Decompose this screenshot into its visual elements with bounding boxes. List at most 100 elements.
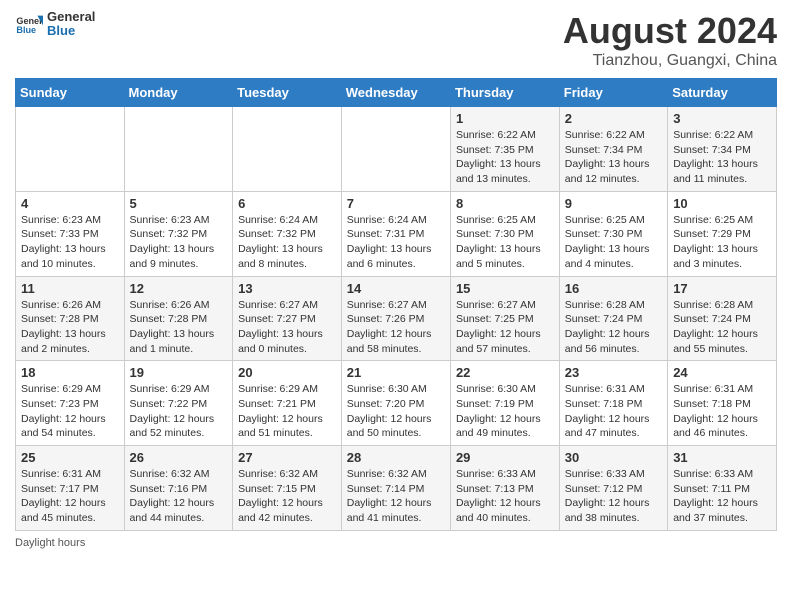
calendar-cell: 8Sunrise: 6:25 AM Sunset: 7:30 PM Daylig… [450, 191, 559, 276]
day-number: 7 [347, 196, 445, 211]
day-number: 10 [673, 196, 771, 211]
calendar-cell: 25 Sunrise: 6:31 AM Sunset: 7:17 PM Dayli… [16, 446, 125, 531]
header: General Blue General Blue August 2024 Ti… [15, 10, 777, 70]
day-info: Sunrise: 6:22 AM Sunset: 7:34 PM Dayligh… [565, 128, 662, 187]
day-info: Sunrise: 6:24 AM Sunset: 7:32 PM Dayligh… [238, 213, 336, 272]
title-area: August 2024 Tianzhou, Guangxi, China [563, 10, 777, 70]
calendar-cell: 14 Sunrise: 6:27 AM Sunset: 7:26 PM Dayli… [341, 276, 450, 361]
day-of-week-header: Monday [124, 79, 233, 107]
day-number: 13 [238, 281, 336, 296]
calendar-week-row: 11 Sunrise: 6:26 AM Sunset: 7:28 PM Dayli… [16, 276, 777, 361]
calendar-cell: 5 Sunrise: 6:23 AM Sunset: 7:32 PM Daylig… [124, 191, 233, 276]
logo: General Blue General Blue [15, 10, 95, 39]
day-info: Sunrise: 6:27 AM Sunset: 7:25 PM Dayligh… [456, 298, 554, 357]
calendar-cell [233, 107, 342, 192]
calendar-cell: 10Sunrise: 6:25 AM Sunset: 7:29 PM Dayli… [668, 191, 777, 276]
day-info: Sunrise: 6:31 AM Sunset: 7:17 PM Dayligh… [21, 467, 119, 526]
day-info: Sunrise: 6:30 AM Sunset: 7:20 PM Dayligh… [347, 382, 445, 441]
day-info: Sunrise: 6:29 AM Sunset: 7:21 PM Dayligh… [238, 382, 336, 441]
calendar-cell [124, 107, 233, 192]
day-number: 1 [456, 111, 554, 126]
day-number: 5 [130, 196, 228, 211]
calendar-cell: 31 Sunrise: 6:33 AM Sunset: 7:11 PM Dayli… [668, 446, 777, 531]
calendar-cell: 2 Sunrise: 6:22 AM Sunset: 7:34 PM Daylig… [559, 107, 667, 192]
day-info: Sunrise: 6:31 AM Sunset: 7:18 PM Dayligh… [565, 382, 662, 441]
calendar-cell: 11 Sunrise: 6:26 AM Sunset: 7:28 PM Dayli… [16, 276, 125, 361]
calendar-cell: 21Sunrise: 6:30 AM Sunset: 7:20 PM Dayli… [341, 361, 450, 446]
day-of-week-header: Thursday [450, 79, 559, 107]
day-of-week-header: Friday [559, 79, 667, 107]
calendar-cell [341, 107, 450, 192]
day-number: 29 [456, 450, 554, 465]
day-info: Sunrise: 6:27 AM Sunset: 7:26 PM Dayligh… [347, 298, 445, 357]
calendar-header: SundayMondayTuesdayWednesdayThursdayFrid… [16, 79, 777, 107]
day-number: 15 [456, 281, 554, 296]
header-row: SundayMondayTuesdayWednesdayThursdayFrid… [16, 79, 777, 107]
day-info: Sunrise: 6:26 AM Sunset: 7:28 PM Dayligh… [130, 298, 228, 357]
calendar-cell [16, 107, 125, 192]
calendar-cell: 19 Sunrise: 6:29 AM Sunset: 7:22 PM Dayli… [124, 361, 233, 446]
day-number: 23 [565, 365, 662, 380]
logo-blue-text: Blue [47, 24, 95, 38]
day-info: Sunrise: 6:22 AM Sunset: 7:35 PM Dayligh… [456, 128, 554, 187]
calendar-table: SundayMondayTuesdayWednesdayThursdayFrid… [15, 78, 777, 531]
subtitle: Tianzhou, Guangxi, China [563, 52, 777, 70]
calendar-week-row: 25 Sunrise: 6:31 AM Sunset: 7:17 PM Dayli… [16, 446, 777, 531]
calendar-cell: 4Sunrise: 6:23 AM Sunset: 7:33 PM Daylig… [16, 191, 125, 276]
day-info: Sunrise: 6:25 AM Sunset: 7:30 PM Dayligh… [565, 213, 662, 272]
day-info: Sunrise: 6:31 AM Sunset: 7:18 PM Dayligh… [673, 382, 771, 441]
day-info: Sunrise: 6:26 AM Sunset: 7:28 PM Dayligh… [21, 298, 119, 357]
svg-text:Blue: Blue [16, 25, 36, 35]
day-info: Sunrise: 6:29 AM Sunset: 7:22 PM Dayligh… [130, 382, 228, 441]
calendar-cell: 13 Sunrise: 6:27 AM Sunset: 7:27 PM Dayli… [233, 276, 342, 361]
day-number: 11 [21, 281, 119, 296]
calendar-cell: 23 Sunrise: 6:31 AM Sunset: 7:18 PM Dayli… [559, 361, 667, 446]
calendar-week-row: 18 Sunrise: 6:29 AM Sunset: 7:23 PM Dayli… [16, 361, 777, 446]
day-number: 2 [565, 111, 662, 126]
day-of-week-header: Tuesday [233, 79, 342, 107]
day-info: Sunrise: 6:33 AM Sunset: 7:12 PM Dayligh… [565, 467, 662, 526]
day-of-week-header: Wednesday [341, 79, 450, 107]
calendar-cell: 3Sunrise: 6:22 AM Sunset: 7:34 PM Daylig… [668, 107, 777, 192]
day-info: Sunrise: 6:32 AM Sunset: 7:14 PM Dayligh… [347, 467, 445, 526]
calendar-cell: 9 Sunrise: 6:25 AM Sunset: 7:30 PM Daylig… [559, 191, 667, 276]
calendar-cell: 20Sunrise: 6:29 AM Sunset: 7:21 PM Dayli… [233, 361, 342, 446]
day-number: 24 [673, 365, 771, 380]
day-info: Sunrise: 6:23 AM Sunset: 7:32 PM Dayligh… [130, 213, 228, 272]
day-number: 12 [130, 281, 228, 296]
day-info: Sunrise: 6:24 AM Sunset: 7:31 PM Dayligh… [347, 213, 445, 272]
day-number: 27 [238, 450, 336, 465]
logo-general-text: General [47, 10, 95, 24]
calendar-cell: 6Sunrise: 6:24 AM Sunset: 7:32 PM Daylig… [233, 191, 342, 276]
day-info: Sunrise: 6:22 AM Sunset: 7:34 PM Dayligh… [673, 128, 771, 187]
calendar-cell: 30 Sunrise: 6:33 AM Sunset: 7:12 PM Dayli… [559, 446, 667, 531]
calendar-cell: 27 Sunrise: 6:32 AM Sunset: 7:15 PM Dayli… [233, 446, 342, 531]
day-info: Sunrise: 6:23 AM Sunset: 7:33 PM Dayligh… [21, 213, 119, 272]
day-info: Sunrise: 6:28 AM Sunset: 7:24 PM Dayligh… [565, 298, 662, 357]
calendar-cell: 22Sunrise: 6:30 AM Sunset: 7:19 PM Dayli… [450, 361, 559, 446]
day-info: Sunrise: 6:29 AM Sunset: 7:23 PM Dayligh… [21, 382, 119, 441]
day-number: 9 [565, 196, 662, 211]
calendar-body: 1 Sunrise: 6:22 AM Sunset: 7:35 PM Daylig… [16, 107, 777, 531]
calendar-cell: 26Sunrise: 6:32 AM Sunset: 7:16 PM Dayli… [124, 446, 233, 531]
logo-icon: General Blue [15, 10, 43, 38]
day-info: Sunrise: 6:27 AM Sunset: 7:27 PM Dayligh… [238, 298, 336, 357]
day-number: 14 [347, 281, 445, 296]
day-info: Sunrise: 6:33 AM Sunset: 7:11 PM Dayligh… [673, 467, 771, 526]
calendar-cell: 18 Sunrise: 6:29 AM Sunset: 7:23 PM Dayli… [16, 361, 125, 446]
day-number: 26 [130, 450, 228, 465]
day-of-week-header: Saturday [668, 79, 777, 107]
day-info: Sunrise: 6:32 AM Sunset: 7:15 PM Dayligh… [238, 467, 336, 526]
calendar-cell: 29 Sunrise: 6:33 AM Sunset: 7:13 PM Dayli… [450, 446, 559, 531]
day-number: 28 [347, 450, 445, 465]
day-info: Sunrise: 6:33 AM Sunset: 7:13 PM Dayligh… [456, 467, 554, 526]
footer-note: Daylight hours [15, 537, 777, 549]
day-number: 19 [130, 365, 228, 380]
day-number: 30 [565, 450, 662, 465]
day-number: 25 [21, 450, 119, 465]
day-number: 18 [21, 365, 119, 380]
day-number: 31 [673, 450, 771, 465]
calendar-cell: 15 Sunrise: 6:27 AM Sunset: 7:25 PM Dayli… [450, 276, 559, 361]
main-title: August 2024 [563, 10, 777, 52]
calendar-cell: 28 Sunrise: 6:32 AM Sunset: 7:14 PM Dayli… [341, 446, 450, 531]
